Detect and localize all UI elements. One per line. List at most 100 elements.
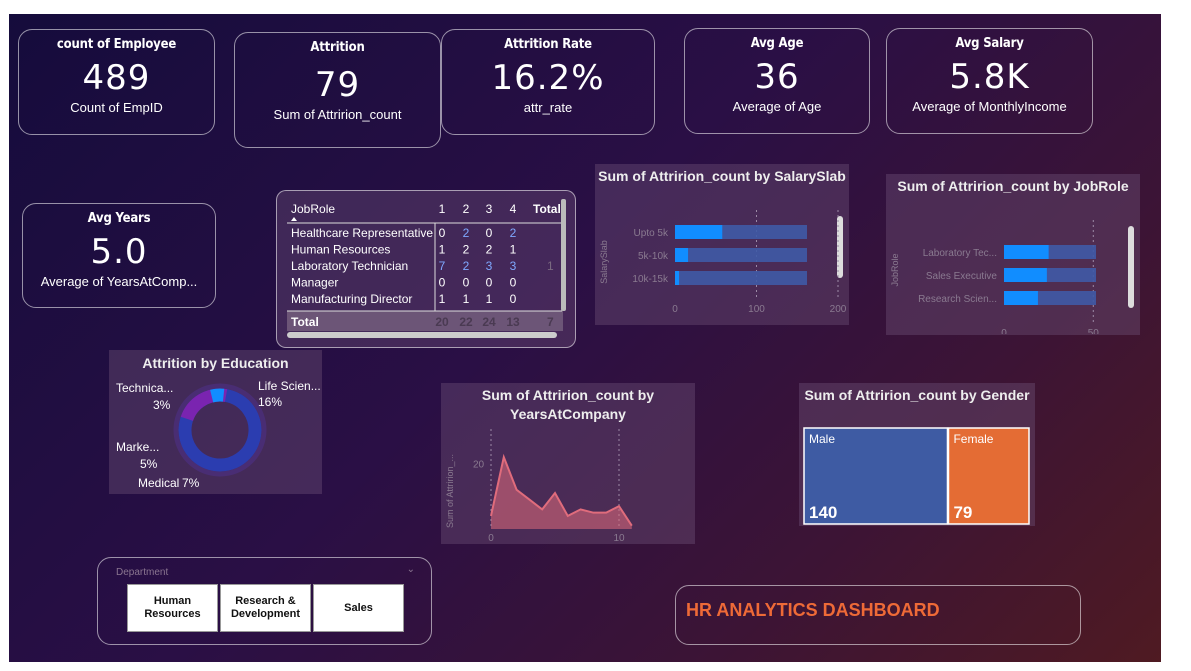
department-slicer[interactable]: Department ⌄ Human Resources Research & …	[97, 557, 432, 645]
gender-treemap-chart[interactable]: Sum of Attririon_count by Gender Male 140…	[799, 383, 1035, 526]
slicer-option-human-resources[interactable]: Human Resources	[127, 584, 218, 632]
header-col-1[interactable]: 1	[439, 202, 446, 216]
kpi-avg-years[interactable]: Avg Years 5.0 Average of YearsAtComp...	[22, 203, 216, 308]
jobrole-chart[interactable]: Sum of Attririon_count by JobRole JobRol…	[886, 174, 1140, 335]
kpi-attrition-rate[interactable]: Attrition Rate 16.2% attr_rate	[441, 29, 655, 135]
kpi-title: count of Employee	[56, 37, 177, 52]
salaryslab-chart[interactable]: Sum of Attririon_count by SalarySlab Sal…	[595, 164, 849, 325]
treemap-label: Male	[809, 432, 835, 446]
label-marketing-name: Marke...	[116, 440, 159, 454]
kpi-avg-age[interactable]: Avg Age 36 Average of Age	[684, 28, 870, 134]
header-col-3[interactable]: 3	[486, 202, 493, 216]
matrix-cell: 0	[439, 276, 446, 290]
matrix-cell: 7	[439, 259, 446, 273]
matrix-cell: 0	[486, 276, 493, 290]
matrix-cell-total: 1	[547, 259, 554, 273]
y-tick-label: 5k-10k	[638, 251, 669, 262]
y-tick-label: 10k-15k	[632, 274, 669, 285]
kpi-subtitle: Count of EmpID	[70, 100, 163, 115]
kpi-avg-salary[interactable]: Avg Salary 5.8K Average of MonthlyIncome	[886, 28, 1093, 134]
chart-title: Sum of Attririon_count by YearsAtCompany	[481, 387, 655, 422]
area-fill	[491, 457, 632, 529]
y-tick-label: Sales Executive	[926, 271, 998, 282]
bar[interactable]	[675, 248, 689, 262]
total-col-3: 24	[482, 315, 496, 329]
label-marketing-pct: 5%	[140, 457, 158, 471]
bar[interactable]	[1004, 268, 1047, 282]
matrix-cell: 2	[463, 226, 470, 240]
x-tick-label: 10	[613, 533, 625, 543]
matrix-cell: 3	[510, 259, 517, 273]
matrix-cell: 1	[463, 292, 470, 306]
x-tick-label: 50	[1088, 328, 1100, 334]
bar[interactable]	[675, 225, 723, 239]
matrix-rows: Healthcare Representative 0 2 0 2 Human Resou…	[291, 226, 554, 323]
treemap-value: 140	[809, 503, 837, 522]
label-technical-name: Technica...	[116, 381, 173, 395]
sort-ascending-icon[interactable]	[291, 217, 297, 221]
kpi-title: Avg Salary	[955, 36, 1024, 51]
kpi-attrition[interactable]: Attrition 79 Sum of Attririon_count	[234, 32, 441, 148]
jobrole-plot: JobRole 0 50 Laboratory Tec... Sales Execut…	[890, 220, 1134, 334]
x-tick-label: 0	[672, 304, 678, 315]
dashboard-canvas: count of Employee 489 Count of EmpID Att…	[9, 14, 1161, 662]
x-tick-label: 200	[830, 304, 847, 315]
matrix-row-label: Manager	[291, 276, 338, 290]
jobrole-matrix[interactable]: JobRole 1 2 3 4 Total Healthcare Represe…	[276, 190, 576, 348]
kpi-value: 16.2%	[491, 58, 605, 98]
header-col-2[interactable]: 2	[463, 202, 470, 216]
matrix-cell: 1	[439, 292, 446, 306]
matrix-cell: 2	[463, 259, 470, 273]
y-axis-label: SalarySlab	[599, 240, 609, 284]
header-total[interactable]: Total	[533, 202, 561, 216]
kpi-count-of-employee[interactable]: count of Employee 489 Count of EmpID	[18, 29, 215, 135]
header-col-4[interactable]: 4	[510, 202, 517, 216]
total-col-4: 13	[506, 315, 520, 329]
x-tick-label: 0	[1001, 328, 1007, 334]
y-tick-label: Upto 5k	[634, 228, 669, 239]
salaryslab-plot: SalarySlab 0 100 200 Upto 5k 5k-10k 10k-15k	[599, 210, 847, 315]
total-grand: 7	[547, 315, 554, 329]
matrix-cell: 1	[439, 243, 446, 257]
education-donut-chart[interactable]: Attrition by Education Technica... 3% Li…	[109, 350, 322, 494]
matrix-row-label: Human Resources	[291, 243, 390, 257]
dashboard-title-banner: HR ANALYTICS DASHBOARD	[675, 585, 1081, 645]
kpi-subtitle: Average of Age	[732, 99, 822, 114]
vertical-scrollbar[interactable]	[561, 199, 566, 311]
x-tick-label: 0	[488, 533, 494, 543]
y-tick-label: Research Scien...	[918, 294, 997, 305]
bar[interactable]	[675, 271, 680, 285]
matrix-cell: 0	[510, 292, 517, 306]
chevron-down-icon[interactable]: ⌄	[407, 564, 415, 575]
total-label: Total	[291, 315, 319, 329]
gender-treemap: Male 140 Female 79	[803, 427, 1030, 525]
yearsatcompany-chart[interactable]: Sum of Attririon_count by YearsAtCompany…	[441, 383, 695, 544]
header-jobrole[interactable]: JobRole	[291, 202, 335, 216]
yearsatcompany-plot: Sum of Attririon_... 0 10 20	[445, 429, 633, 543]
horizontal-scrollbar[interactable]	[287, 332, 557, 338]
matrix-row-label: Healthcare Representative	[291, 226, 433, 240]
matrix-cell: 2	[463, 243, 470, 257]
slicer-option-sales[interactable]: Sales	[313, 584, 404, 632]
chart-title: Sum of Attririon_count by Gender	[804, 387, 1030, 403]
vertical-scrollbar[interactable]	[1128, 226, 1134, 308]
kpi-subtitle: Average of MonthlyIncome	[912, 99, 1067, 114]
kpi-value: 36	[754, 57, 800, 97]
kpi-value: 489	[82, 58, 151, 98]
treemap-value: 79	[953, 503, 972, 522]
matrix-cell: 2	[486, 243, 493, 257]
label-life-sciences-name: Life Scien...	[258, 379, 321, 393]
jobrole-matrix-svg: JobRole 1 2 3 4 Total Healthcare Represe…	[287, 199, 566, 338]
label-technical-pct: 3%	[153, 398, 171, 412]
matrix-cell: 1	[510, 243, 517, 257]
bar[interactable]	[1004, 291, 1038, 305]
slicer-option-research-development[interactable]: Research & Development	[220, 584, 311, 632]
total-col-2: 22	[459, 315, 473, 329]
total-col-1: 20	[435, 315, 449, 329]
kpi-subtitle: Average of YearsAtComp...	[40, 274, 198, 289]
y-axis-label: Sum of Attririon_...	[445, 454, 455, 528]
bar[interactable]	[1004, 245, 1049, 259]
matrix-row-label: Laboratory Technician	[291, 259, 408, 273]
kpi-value: 5.0	[90, 232, 148, 272]
y-axis-label: JobRole	[890, 253, 900, 286]
